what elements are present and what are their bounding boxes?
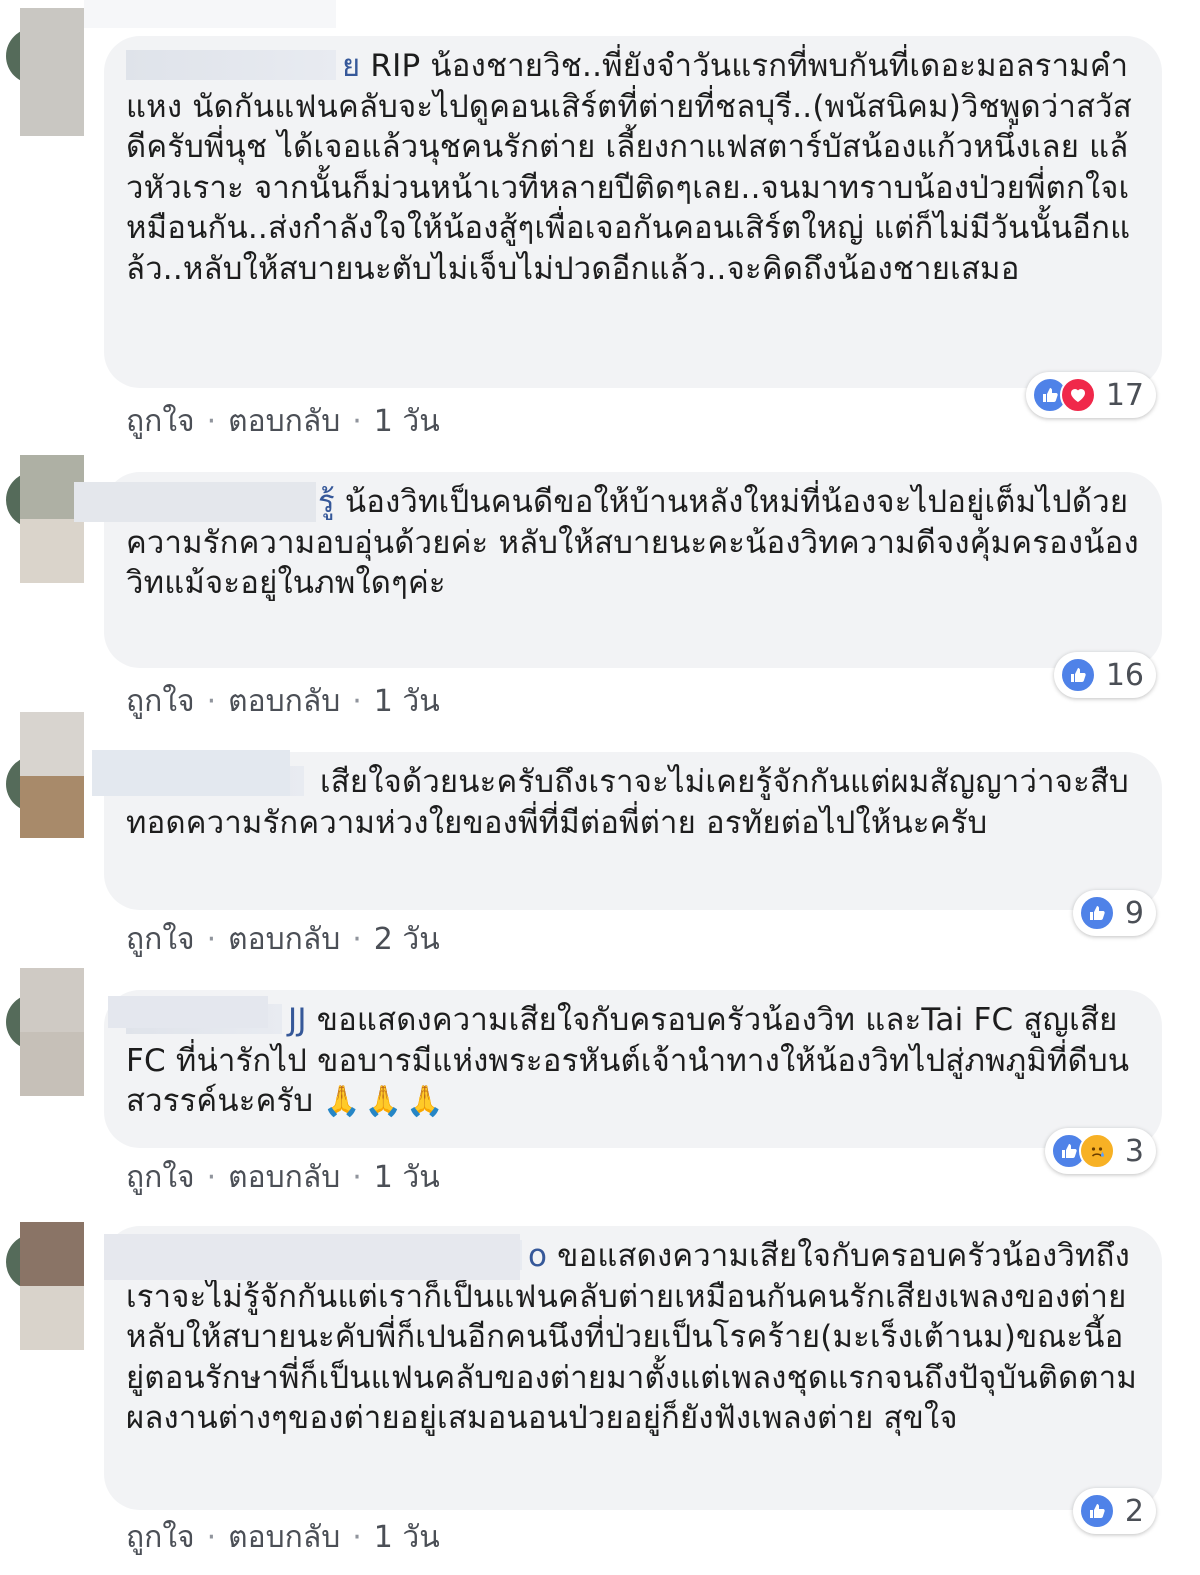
reaction-count: 9	[1124, 895, 1144, 931]
reply-link[interactable]: ตอบกลับ	[228, 404, 340, 439]
avatar-blur	[20, 1286, 84, 1350]
reply-link[interactable]: ตอบกลับ	[228, 1520, 340, 1555]
like-link[interactable]: ถูกใจ	[126, 1520, 195, 1555]
timestamp[interactable]: 1 วัน	[374, 1160, 440, 1195]
name-blur-mask	[84, 0, 336, 28]
avatar-blur	[20, 1032, 84, 1096]
name-blur-mask	[92, 750, 290, 796]
reaction-count: 2	[1124, 1493, 1144, 1529]
comment-actions: ถูกใจ · ตอบกลับ · 1 วัน	[126, 404, 440, 439]
sad-reaction-icon	[1078, 1133, 1115, 1169]
avatar-blur	[20, 72, 84, 136]
like-link[interactable]: ถูกใจ	[126, 684, 195, 719]
like-reaction-icon	[1059, 657, 1096, 693]
comment-bubble: ย RIP น้องชายวิช..พี่ยังจำวันแรกที่พบกันท…	[104, 36, 1162, 388]
author-name-fragment[interactable]: ย	[342, 48, 360, 84]
comment-actions: ถูกใจ · ตอบกลับ · 1 วัน	[126, 1160, 440, 1195]
comment-text-block: JJ ขอแสดงความเสียใจกับครอบครัวน้องวิท และ…	[126, 1000, 1140, 1123]
like-link[interactable]: ถูกใจ	[126, 1160, 195, 1195]
avatar-blur	[20, 8, 84, 72]
name-blur-mask	[104, 1234, 520, 1280]
reactions-summary[interactable]: 3	[1044, 1128, 1156, 1174]
comment-actions: ถูกใจ · ตอบกลับ · 1 วัน	[126, 684, 440, 719]
author-name-fragment[interactable]: JJ	[288, 1002, 307, 1038]
timestamp[interactable]: 1 วัน	[374, 404, 440, 439]
timestamp[interactable]: 1 วัน	[374, 1520, 440, 1555]
reaction-count: 3	[1124, 1133, 1144, 1169]
like-link[interactable]: ถูกใจ	[126, 404, 195, 439]
avatar-blur	[20, 1222, 84, 1286]
comment-text-block: ย RIP น้องชายวิช..พี่ยังจำวันแรกที่พบกันท…	[126, 46, 1140, 289]
avatar-blur	[20, 776, 84, 838]
avatar-blur	[20, 712, 84, 776]
comment-text: RIP น้องชายวิช..พี่ยังจำวันแรกที่พบกันที…	[126, 48, 1132, 287]
reply-link[interactable]: ตอบกลับ	[228, 684, 340, 719]
author-name-fragment[interactable]: รู้	[318, 484, 335, 520]
author-name-fragment[interactable]: o	[528, 1238, 547, 1274]
love-reaction-icon	[1059, 377, 1096, 413]
reaction-count: 16	[1105, 657, 1144, 693]
reply-link[interactable]: ตอบกลับ	[228, 922, 340, 957]
pray-emoji-icon: 🙏🙏🙏	[323, 1084, 448, 1119]
like-reaction-icon	[1078, 895, 1115, 931]
author-name-blurred[interactable]	[126, 50, 336, 80]
reaction-count: 17	[1105, 377, 1144, 413]
timestamp[interactable]: 2 วัน	[374, 922, 440, 957]
like-link[interactable]: ถูกใจ	[126, 922, 195, 957]
reactions-summary[interactable]: 9	[1072, 890, 1156, 936]
comment-actions: ถูกใจ · ตอบกลับ · 2 วัน	[126, 922, 440, 957]
reply-link[interactable]: ตอบกลับ	[228, 1160, 340, 1195]
reactions-summary[interactable]: 17	[1025, 372, 1156, 418]
comment-actions: ถูกใจ · ตอบกลับ · 1 วัน	[126, 1520, 440, 1555]
like-reaction-icon	[1078, 1493, 1115, 1529]
avatar-blur	[20, 519, 84, 583]
reactions-summary[interactable]: 16	[1053, 652, 1156, 698]
avatar-blur	[20, 968, 84, 1032]
reactions-summary[interactable]: 2	[1072, 1488, 1156, 1534]
timestamp[interactable]: 1 วัน	[374, 684, 440, 719]
name-blur-mask	[74, 482, 316, 522]
name-blur-mask	[108, 996, 268, 1028]
